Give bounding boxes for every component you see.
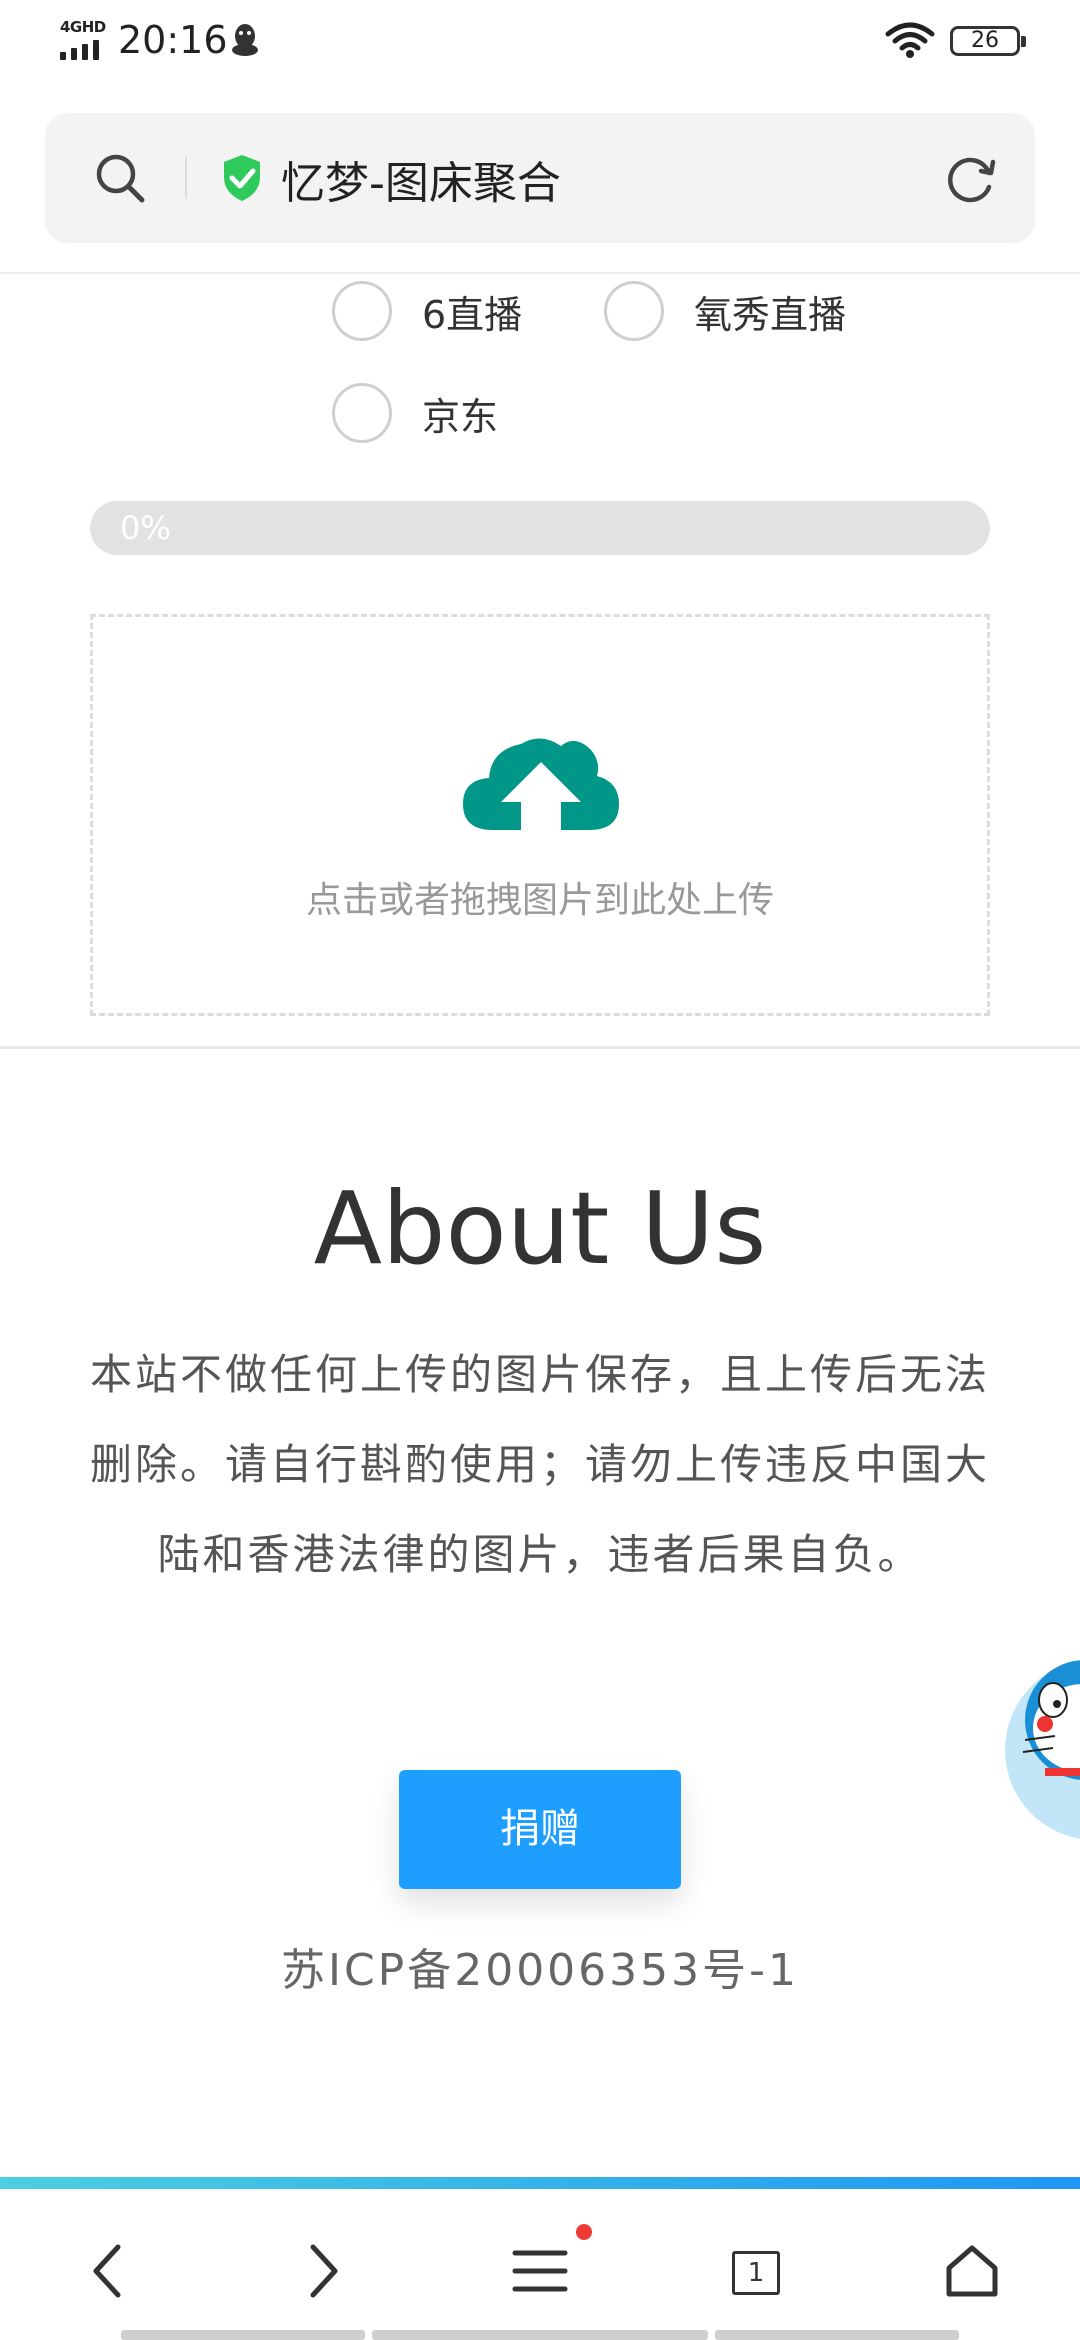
cellular-signal-icon: 4GHD [58, 18, 110, 60]
progress-text: 0% [120, 509, 171, 547]
icp-link[interactable]: 苏ICP备20006353号-1 [0, 1934, 1080, 1998]
radio-circle[interactable] [604, 281, 664, 341]
tabs-button[interactable]: 1 [716, 2233, 796, 2313]
upload-option-6zhibo[interactable]: 6直播 [332, 281, 522, 341]
menu-icon [512, 2248, 568, 2298]
donate-button[interactable]: 捐赠 [399, 1770, 681, 1889]
tab-count: 1 [732, 2251, 780, 2295]
gesture-bar-segment [121, 2330, 365, 2340]
menu-button[interactable] [500, 2233, 580, 2313]
address-bar[interactable]: 忆梦-图床聚合 [45, 113, 1035, 243]
address-divider [185, 157, 187, 199]
status-bar: 4GHD 20:16 26 [0, 0, 1080, 90]
battery-level: 26 [971, 28, 999, 53]
radio-circle[interactable] [332, 383, 392, 443]
bottom-navigation: 1 [0, 2189, 1080, 2340]
upload-option-jd[interactable]: 京东 [332, 383, 498, 443]
search-icon[interactable] [93, 151, 147, 209]
header-divider [0, 272, 1080, 274]
tabs-icon: 1 [732, 2251, 780, 2295]
qq-notification-icon [230, 22, 260, 62]
section-divider [0, 1046, 1080, 1049]
chevron-right-icon [303, 2241, 343, 2305]
menu-notification-dot [576, 2224, 592, 2240]
doraemon-mascot-icon[interactable] [1005, 1660, 1080, 1844]
back-button[interactable] [68, 2233, 148, 2313]
radio-circle[interactable] [332, 281, 392, 341]
bottom-accent-line [0, 2177, 1080, 2189]
upload-progress-bar: 0% [90, 501, 990, 555]
wifi-icon [884, 20, 936, 64]
forward-button[interactable] [283, 2233, 363, 2313]
option-label: 6直播 [422, 292, 523, 337]
gesture-bar-segment [715, 2330, 959, 2340]
about-text: 本站不做任何上传的图片保存，且上传后无法删除。请自行斟酌使用；请勿上传违反中国大… [89, 1350, 990, 1579]
security-shield-icon[interactable] [220, 153, 264, 207]
upload-dropzone[interactable]: 点击或者拖拽图片到此处上传 [90, 614, 990, 1016]
gesture-bar-segment [372, 2330, 708, 2340]
cloud-upload-icon [463, 732, 619, 836]
network-type: 4GHD [60, 18, 106, 36]
option-label: 氧秀直播 [694, 292, 847, 337]
upload-hint: 点击或者拖拽图片到此处上传 [305, 880, 774, 921]
battery-icon: 26 [950, 26, 1026, 56]
reload-icon[interactable] [943, 151, 999, 211]
home-button[interactable] [932, 2233, 1012, 2313]
status-time: 20:16 [118, 18, 228, 62]
upload-option-yangxiu[interactable]: 氧秀直播 [604, 281, 846, 341]
about-title: About Us [313, 1170, 767, 1287]
home-icon [944, 2244, 1000, 2302]
page-title[interactable]: 忆梦-图床聚合 [281, 147, 561, 211]
option-label: 京东 [422, 394, 499, 439]
chevron-left-icon [88, 2241, 128, 2305]
